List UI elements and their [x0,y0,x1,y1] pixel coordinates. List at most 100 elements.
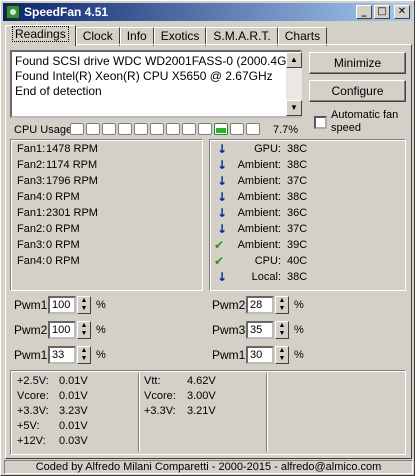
voltages-divider [138,373,139,452]
pwm-label: Pwm1: [14,348,51,362]
scroll-down-icon[interactable]: ▼ [286,100,302,116]
window-maximize-button[interactable]: □ [374,5,390,19]
temperature-value: 39C [287,239,308,251]
fan-value: 0 RPM [46,239,80,251]
voltage-value: 3.21V [187,405,216,417]
voltage-label: Vcore: [144,390,176,402]
spin-up-icon[interactable]: ▲ [78,297,90,305]
automatic-fan-speed-checkbox[interactable] [314,116,327,129]
spin-up-icon[interactable]: ▲ [78,322,90,330]
pwm-value-input[interactable]: 35 [246,321,274,339]
voltage-value: 0.03V [59,435,88,447]
voltage-label: Vtt: [144,375,161,387]
pwm-value-input[interactable]: 33 [48,346,76,364]
temperature-value: 40C [287,255,308,267]
pwm-percent-unit: % [294,299,304,311]
pwm-spinner[interactable]: ▲ ▼ [77,346,91,364]
temperature-value: 38C [287,143,308,155]
tab-readings[interactable]: Readings [5,25,76,46]
temperature-label: Local: [251,271,281,283]
pwm-label: Pwm2: [14,323,51,337]
down-arrow-icon: ↓ [217,206,228,220]
fan-value: 1478 RPM [46,143,98,155]
checkmark-icon: ✔ [214,238,225,252]
fan-value: 0 RPM [46,255,80,267]
cpu-usage-segment [214,123,228,135]
configure-button[interactable]: Configure [309,80,406,102]
pwm-spinner[interactable]: ▲ ▼ [275,346,289,364]
temperature-label: GPU: [254,143,281,155]
status-bar: Coded by Alfredo Milani Comparetti - 200… [4,460,413,474]
fan-value: 1796 RPM [46,175,98,187]
pwm-percent-unit: % [96,324,106,336]
pwm-spinner[interactable]: ▲ ▼ [275,296,289,314]
voltage-value: 0.01V [59,420,88,432]
voltage-value: 3.23V [59,405,88,417]
spin-down-icon[interactable]: ▼ [78,305,90,313]
spin-up-icon[interactable]: ▲ [276,347,288,355]
title-bar[interactable]: SpeedFan 4.51 _ □ ✕ [3,3,412,21]
cpu-usage-segment [102,123,116,135]
scroll-up-icon[interactable]: ▲ [286,52,302,68]
speedfan-app-icon [6,5,20,19]
temperature-value: 38C [287,191,308,203]
voltage-label: +3.3V: [144,405,176,417]
down-arrow-icon: ↓ [217,158,228,172]
fan-label: Fan4: [17,191,46,203]
down-arrow-icon: ↓ [217,142,228,156]
log-line: End of detection [15,84,102,98]
fan-value: 0 RPM [46,191,80,203]
spin-down-icon[interactable]: ▼ [78,355,90,363]
fan-value: 0 RPM [46,223,80,235]
spin-down-icon[interactable]: ▼ [276,355,288,363]
cpu-usage-segment [198,123,212,135]
cpu-usage-segment [86,123,100,135]
temperature-value: 36C [287,207,308,219]
cpu-usage-segment [118,123,132,135]
spin-up-icon[interactable]: ▲ [78,347,90,355]
temperature-value: 38C [287,159,308,171]
fan-label: Fan4: [17,255,46,267]
down-arrow-icon: ↓ [217,222,228,236]
checkmark-icon: ✔ [214,254,225,268]
spin-up-icon[interactable]: ▲ [276,297,288,305]
voltages-divider [266,373,267,452]
fan-label: Fan2: [17,223,46,235]
window-minimize-button[interactable]: _ [356,5,372,19]
voltage-label: +2.5V: [17,375,49,387]
window-close-button[interactable]: ✕ [394,5,410,19]
minimize-button[interactable]: Minimize [309,52,406,74]
fan-label: Fan2: [17,159,46,171]
temperature-label: Ambient: [237,207,281,219]
voltage-value: 4.62V [187,375,216,387]
cpu-usage-segment [134,123,148,135]
pwm-label: Pwm1: [212,348,249,362]
spin-up-icon[interactable]: ▲ [276,322,288,330]
spin-down-icon[interactable]: ▼ [276,305,288,313]
pwm-spinner[interactable]: ▲ ▼ [77,321,91,339]
spin-down-icon[interactable]: ▼ [78,330,90,338]
temperature-value: 38C [287,271,308,283]
speedfan-window: SpeedFan 4.51 _ □ ✕ Readings Clock Info … [0,0,415,476]
tab-strip: Readings Clock Info Exotics S.M.A.R.T. C… [5,25,328,46]
pwm-spinner[interactable]: ▲ ▼ [275,321,289,339]
cpu-usage-segment [246,123,260,135]
pwm-value-input[interactable]: 30 [246,346,274,364]
voltage-label: +3.3V: [17,405,49,417]
cpu-usage-percent: 7.7% [273,124,299,136]
voltage-value: 0.01V [59,375,88,387]
log-scrollbar[interactable]: ▲ ▼ [286,52,302,116]
down-arrow-icon: ↓ [217,174,228,188]
voltage-label: +12V: [17,435,46,447]
pwm-percent-unit: % [294,349,304,361]
spin-down-icon[interactable]: ▼ [276,330,288,338]
temperature-label: Ambient: [237,175,281,187]
pwm-spinner[interactable]: ▲ ▼ [77,296,91,314]
automatic-fan-speed-label: Automatic fan speed [331,109,399,134]
pwm-value-input[interactable]: 100 [48,296,76,314]
log-line: Found Intel(R) Xeon(R) CPU X5650 @ 2.67G… [15,69,273,83]
pwm-value-input[interactable]: 28 [246,296,274,314]
pwm-value-input[interactable]: 100 [48,321,76,339]
voltage-label: Vcore: [17,390,49,402]
detection-log[interactable]: Found SCSI drive WDC WD2001FASS-0 (2000.… [10,50,302,118]
